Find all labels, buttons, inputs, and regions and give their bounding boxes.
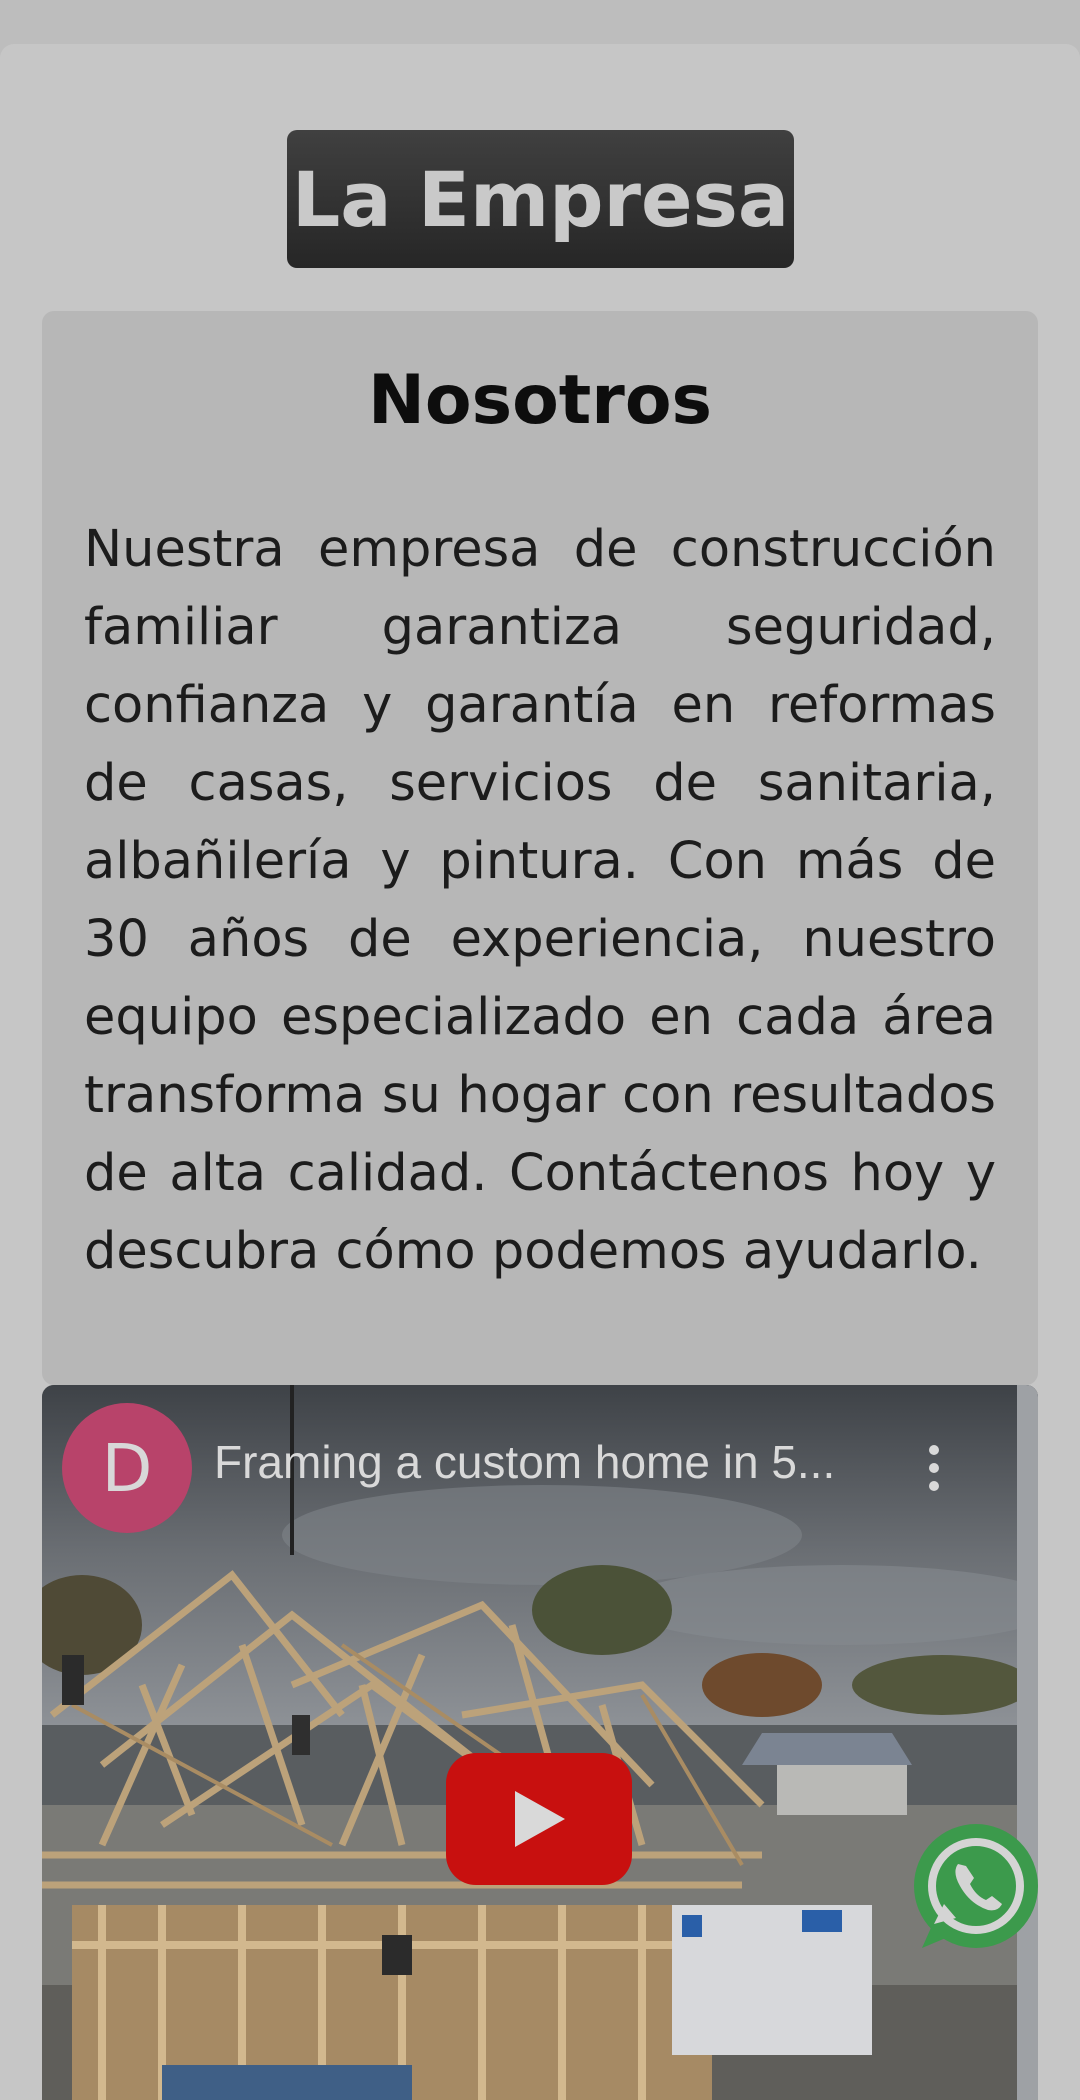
whatsapp-logo-icon: [914, 1824, 1038, 1948]
whatsapp-icon[interactable]: [904, 1820, 1044, 1960]
video-thumbnail: [42, 1385, 1038, 2100]
video-embed[interactable]: D Framing a custom home in 5...: [42, 1385, 1038, 2100]
youtube-play-icon[interactable]: [446, 1753, 632, 1885]
about-text: Nuestra empresa de construcción familiar…: [84, 520, 996, 1281]
channel-avatar[interactable]: D: [62, 1403, 192, 1533]
about-card: Nosotros Nuestra empresa de construcción…: [42, 311, 1038, 1385]
section-title-badge: La Empresa: [287, 130, 794, 268]
kebab-menu-icon[interactable]: [924, 1445, 944, 1501]
about-title: Nosotros: [367, 361, 713, 440]
video-title[interactable]: Framing a custom home in 5...: [214, 1435, 864, 1489]
play-triangle-icon: [515, 1791, 565, 1847]
